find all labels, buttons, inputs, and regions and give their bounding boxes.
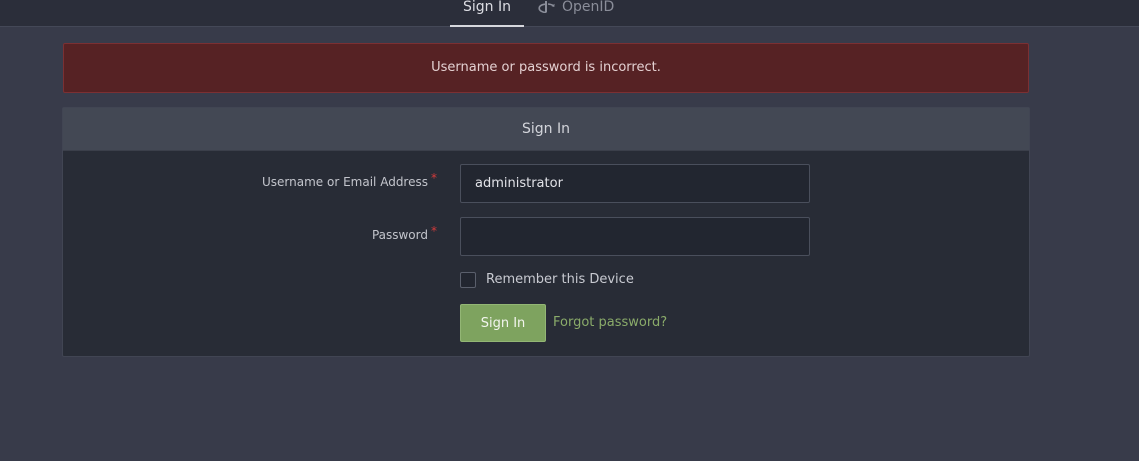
password-field[interactable]: [460, 217, 810, 256]
sign-in-button[interactable]: Sign In: [460, 304, 546, 342]
username-field[interactable]: [460, 164, 810, 203]
panel-title: Sign In: [522, 121, 570, 137]
remember-device-label[interactable]: Remember this Device: [486, 272, 634, 288]
password-label-text: Password: [371, 228, 428, 242]
password-required-mark: *: [431, 224, 437, 238]
error-message: Username or password is incorrect.: [431, 60, 661, 75]
error-alert: Username or password is incorrect.: [63, 43, 1029, 93]
openid-icon: [538, 1, 555, 14]
sign-in-panel: Sign In Username or Email Address* Passw…: [62, 107, 1030, 357]
tab-openid[interactable]: OpenID: [538, 0, 614, 27]
username-label: Username or Email Address *: [262, 171, 437, 189]
tab-sign-in-label: Sign In: [463, 0, 511, 15]
password-label: Password *: [371, 224, 437, 242]
panel-header: Sign In: [63, 108, 1029, 151]
forgot-password-link[interactable]: Forgot password?: [553, 315, 667, 331]
remember-device-checkbox[interactable]: [460, 272, 476, 288]
tab-openid-label: OpenID: [562, 0, 615, 15]
auth-tab-bar: Sign In OpenID: [0, 0, 1139, 27]
tab-sign-in[interactable]: Sign In: [450, 0, 524, 27]
username-label-text: Username or Email Address: [262, 175, 428, 189]
username-required-mark: *: [431, 171, 437, 185]
